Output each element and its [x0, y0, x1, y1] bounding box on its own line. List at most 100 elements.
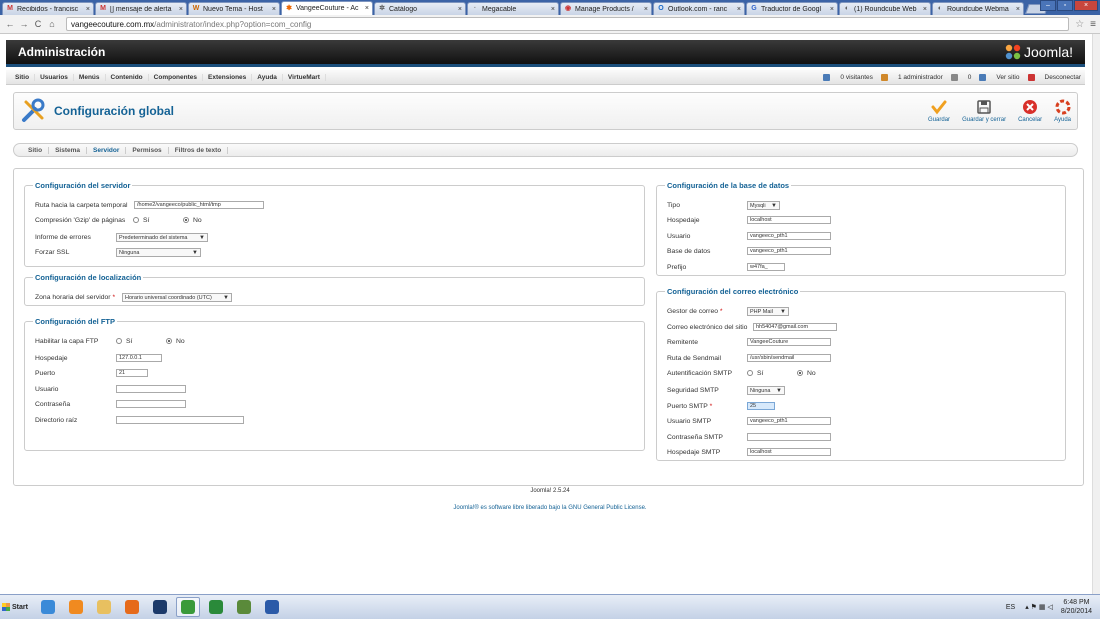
menu-item-extensiones[interactable]: Extensiones [203, 73, 253, 81]
ftp-root-input[interactable] [116, 416, 244, 424]
taskbar-ie[interactable] [36, 597, 60, 617]
close-icon[interactable]: × [644, 6, 648, 13]
outlook-icon: O [658, 5, 664, 12]
gzip-yes-radio[interactable]: Sí [133, 217, 149, 224]
ftp-user-input[interactable] [116, 385, 186, 393]
tab-servidor[interactable]: Servidor [87, 146, 127, 154]
gzip-no-radio[interactable]: No [183, 217, 202, 224]
smtp-host-input[interactable]: localhost [747, 448, 831, 456]
browser-tab[interactable]: W Nuevo Tema - Host × [188, 2, 280, 15]
browser-tab[interactable]: ✱ VangeeCouture - Ac × [281, 1, 373, 15]
menu-item-usuarios[interactable]: Usuarios [35, 73, 74, 81]
taskbar-explorer[interactable] [92, 597, 116, 617]
mailer-select[interactable]: PHP Mail ▼ [747, 306, 789, 316]
smtp-security-select[interactable]: Ninguna ▼ [747, 385, 785, 395]
start-button[interactable]: Start [2, 597, 32, 617]
sendmail-input[interactable]: /usr/sbin/sendmail [747, 354, 831, 362]
browser-tab[interactable]: G Traductor de Googl × [746, 2, 838, 15]
taskbar-project[interactable] [232, 597, 256, 617]
close-icon[interactable]: × [923, 6, 927, 13]
menu-item-contenido[interactable]: Contenido [106, 73, 149, 81]
close-icon[interactable]: × [365, 5, 369, 12]
close-icon[interactable]: × [86, 6, 90, 13]
menu-item-virtuemart[interactable]: VirtueMart [283, 73, 326, 81]
browser-tab[interactable]: ◉ Manage Products / × [560, 2, 652, 15]
help-button[interactable]: Ayuda [1054, 99, 1071, 123]
save-button[interactable]: Guardar [928, 99, 950, 123]
db-user-input[interactable]: vangeeco_pth1 [747, 232, 831, 240]
menu-item-sitio[interactable]: Sitio [10, 73, 36, 81]
ftp-host-input[interactable]: 127.0.0.1 [116, 354, 162, 362]
timezone-select[interactable]: Horario universal coordinado (UTC) ▼ [122, 292, 232, 302]
view-site-link[interactable]: Ver sitio [979, 73, 1020, 81]
taskbar-excel[interactable] [204, 597, 228, 617]
ftp-port-input[interactable]: 21 [116, 369, 148, 377]
taskbar-media-player[interactable] [64, 597, 88, 617]
browser-tab[interactable]: M Recibidos - francisc × [2, 2, 94, 15]
logout-link[interactable]: Desconectar [1027, 73, 1081, 81]
home-button[interactable]: ⌂ [46, 19, 58, 29]
db-type-select[interactable]: Mysqli ▼ [747, 200, 780, 210]
close-icon[interactable]: × [458, 6, 462, 13]
browser-tab[interactable]: ◐ Roundcube Webma × [932, 2, 1024, 15]
mail-sender-input[interactable]: VangeeCouture [747, 338, 831, 346]
menu-item-ayuda[interactable]: Ayuda [252, 73, 283, 81]
back-button[interactable]: ← [4, 19, 16, 29]
reload-button[interactable]: C [32, 19, 44, 29]
ftp-pass-input[interactable] [116, 400, 186, 408]
page-scrollbar[interactable] [1092, 34, 1100, 594]
menu-item-menus[interactable]: Menús [74, 73, 106, 81]
smtp-port-input[interactable]: 25 [747, 402, 775, 410]
forward-button[interactable]: → [18, 19, 30, 29]
browser-tab[interactable]: M [] mensaje de alerta × [95, 2, 187, 15]
close-icon[interactable]: × [830, 6, 834, 13]
language-indicator[interactable]: ES [1006, 604, 1015, 611]
db-host-input[interactable]: localhost [747, 216, 831, 224]
tab-sitio[interactable]: Sitio [22, 146, 50, 154]
tab-filtros-de-texto[interactable]: Filtros de texto [169, 146, 229, 154]
tab-sistema[interactable]: Sistema [49, 146, 88, 154]
browser-tab[interactable]: ✲ Catálogo × [374, 2, 466, 15]
taskbar-firefox[interactable] [120, 597, 144, 617]
browser-menu-icon[interactable]: ≡ [1090, 19, 1096, 30]
clock[interactable]: 6:48 PM 8/20/2014 [1061, 598, 1092, 616]
chevron-down-icon: ▼ [780, 308, 786, 315]
maximize-button[interactable]: ▫ [1057, 0, 1073, 11]
browser-tab[interactable]: · Megacable × [467, 2, 559, 15]
db-prefix-input[interactable]: w47fa_ [747, 263, 785, 271]
save-close-button[interactable]: Guardar y cerrar [962, 99, 1006, 123]
cancel-button[interactable]: Cancelar [1018, 99, 1042, 123]
smtp-user-label: Usuario SMTP [667, 417, 712, 425]
close-icon[interactable]: × [737, 6, 741, 13]
minimize-button[interactable]: – [1040, 0, 1056, 11]
license-link[interactable]: GNU General Public License. [568, 505, 646, 511]
browser-tab[interactable]: O Outlook.com - ranc × [653, 2, 745, 15]
taskbar-photoshop[interactable] [148, 597, 172, 617]
address-bar[interactable]: vangeecouture.com.mx/administrator/index… [66, 17, 1070, 31]
browser-tab-strip: M Recibidos - francisc × M [] mensaje de ale… [0, 0, 1100, 15]
tmp-path-label: Ruta hacia la carpeta temporal [35, 201, 128, 209]
mail-from-input[interactable]: hh54047@gmail.com [753, 323, 837, 331]
smtp-auth-no-radio[interactable]: No [797, 370, 816, 377]
smtp-user-input[interactable]: vangeeco_pth1 [747, 417, 831, 425]
smtp-pass-input[interactable] [747, 433, 831, 441]
ftp-no-radio[interactable]: No [166, 338, 185, 345]
smtp-auth-yes-radio[interactable]: Sí [747, 370, 763, 377]
db-name-input[interactable]: vangeeco_pth1 [747, 247, 831, 255]
tray-icons[interactable]: ▴ ⚑ ▦ ◁ [1025, 603, 1053, 611]
taskbar-word[interactable] [260, 597, 284, 617]
close-window-button[interactable]: × [1074, 0, 1098, 11]
close-icon[interactable]: × [1016, 6, 1020, 13]
ftp-yes-radio[interactable]: Sí [116, 338, 132, 345]
close-icon[interactable]: × [551, 6, 555, 13]
close-icon[interactable]: × [179, 6, 183, 13]
close-icon[interactable]: × [272, 6, 276, 13]
browser-tab[interactable]: ◐ (1) Roundcube Web × [839, 2, 931, 15]
taskbar-chrome[interactable] [176, 597, 200, 617]
tab-permisos[interactable]: Permisos [126, 146, 169, 154]
error-report-select[interactable]: Predeterminado del sistema ▼ [116, 232, 208, 242]
bookmark-star-icon[interactable]: ☆ [1075, 19, 1084, 30]
menu-item-componentes[interactable]: Componentes [149, 73, 203, 81]
tmp-path-input[interactable]: /home2/vangeeco/public_html/tmp [134, 201, 264, 209]
force-ssl-select[interactable]: Ninguna ▼ [116, 247, 201, 257]
